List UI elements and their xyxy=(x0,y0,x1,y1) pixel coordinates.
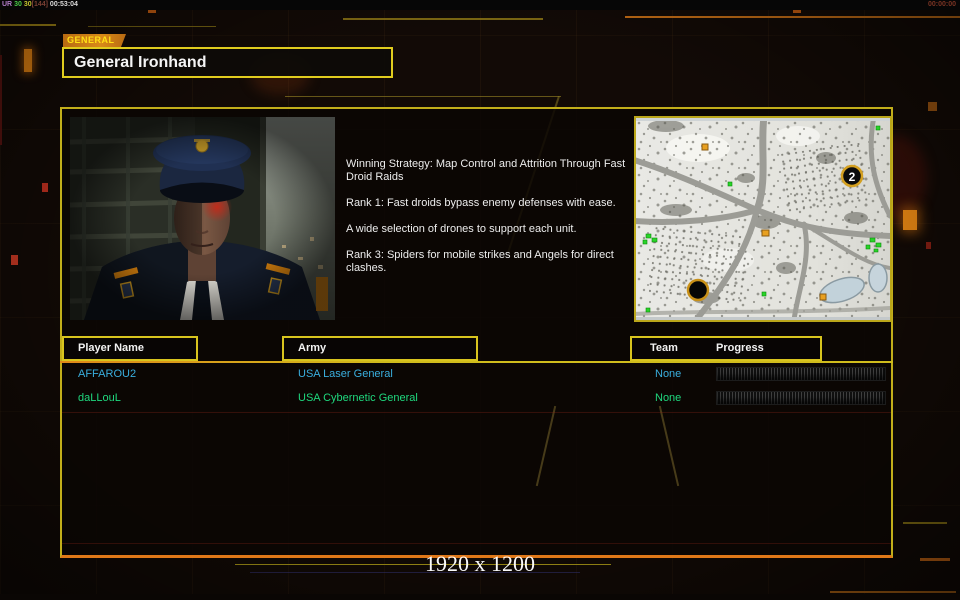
spawn-point-open xyxy=(686,278,710,302)
player-team: None xyxy=(655,368,682,380)
circuit-line xyxy=(62,543,891,544)
netstat-upload: 30 xyxy=(14,1,22,8)
column-header-team: Team xyxy=(650,342,678,354)
load-progress-bar xyxy=(716,391,886,405)
general-title-box: General Ironhand xyxy=(62,47,393,78)
player-army: USA Laser General xyxy=(298,368,393,380)
column-header-team-progress: Team Progress xyxy=(630,336,822,361)
bottom-edge xyxy=(0,594,960,600)
svg-text:2: 2 xyxy=(849,170,856,184)
general-name: General Ironhand xyxy=(74,54,207,71)
strategy-paragraph: A wide selection of drones to support ea… xyxy=(346,223,577,235)
player-row: AFFAROU2 USA Laser General None xyxy=(60,366,893,383)
netstat-label: UR xyxy=(2,1,13,8)
column-header-progress: Progress xyxy=(716,342,764,354)
player-row: daLLouL USA Cybernetic General None xyxy=(60,390,893,407)
netstat-ping: [144] xyxy=(31,1,48,8)
netstat-clock: 00:53:04 xyxy=(49,1,78,8)
load-progress-bar xyxy=(716,367,886,381)
column-header-player-name: Player Name xyxy=(62,336,198,361)
column-header-army: Army xyxy=(282,336,478,361)
header-underline xyxy=(60,361,893,363)
player-name: AFFAROU2 xyxy=(78,368,137,380)
network-stats-overlay: UR 30 30[144] 00:53:04 xyxy=(2,0,78,10)
player-name: daLLouL xyxy=(78,392,121,404)
netstat-download: 30 xyxy=(23,1,32,8)
player-army: USA Cybernetic General xyxy=(298,392,418,404)
spawn-point-2: 2 xyxy=(840,164,864,188)
strategy-paragraph: Winning Strategy: Map Control and Attrit… xyxy=(346,158,626,183)
player-team: None xyxy=(655,392,682,404)
resolution-overlay: 1920 x 1200 xyxy=(425,551,535,576)
strategy-paragraph: Rank 1: Fast droids bypass enemy defense… xyxy=(346,197,616,209)
map-preview: 2 xyxy=(634,116,892,322)
top-status-bar: UR 30 30[144] 00:53:04 00:00:00 xyxy=(0,0,960,10)
general-tab-label: GENERAL xyxy=(63,34,126,47)
match-timer: 00:00:00 xyxy=(927,1,956,8)
general-portrait-image xyxy=(69,117,335,320)
game-lobby-screen: UR 30 30[144] 00:53:04 00:00:00 GENERAL … xyxy=(0,0,960,600)
strategy-paragraph: Rank 3: Spiders for mobile strikes and A… xyxy=(346,249,614,274)
general-strategy-text: Winning Strategy: Map Control and Attrit… xyxy=(346,158,638,288)
circuit-line xyxy=(62,412,891,413)
